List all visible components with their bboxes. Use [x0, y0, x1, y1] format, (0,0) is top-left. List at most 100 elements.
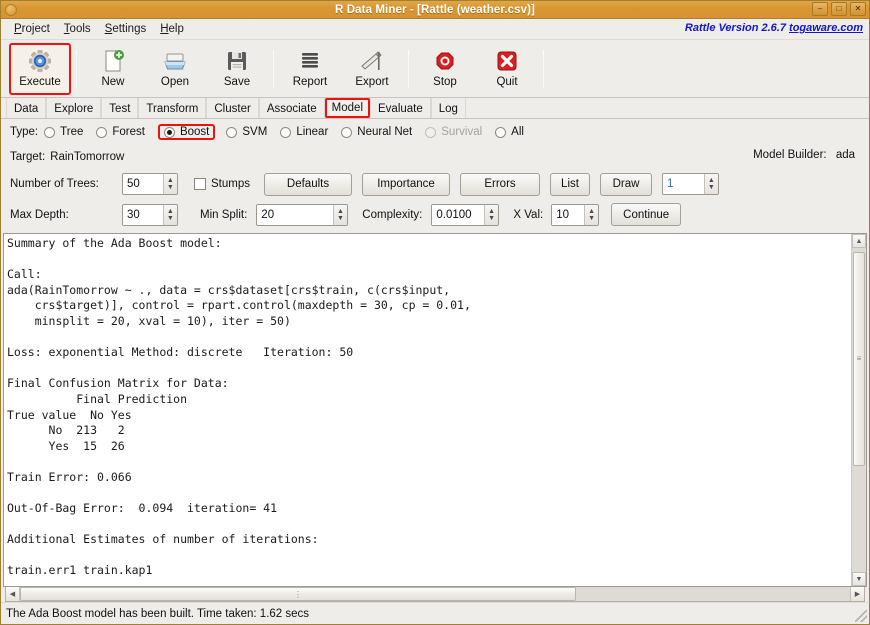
xval-spinner[interactable]: ▲▼	[551, 203, 600, 226]
menu-settings[interactable]: Settings	[98, 21, 154, 37]
radio-tree[interactable]: Tree	[44, 126, 83, 138]
tab-transform[interactable]: Transform	[138, 98, 207, 118]
window-title: R Data Miner - [Rattle (weather.csv)]	[335, 3, 535, 16]
tab-model[interactable]: Model	[324, 98, 370, 118]
complexity-spinner[interactable]: ▲▼	[431, 203, 500, 226]
application-window: R Data Miner - [Rattle (weather.csv)] – …	[0, 0, 870, 625]
radio-neural-net[interactable]: Neural Net	[341, 126, 412, 138]
xval-arrows[interactable]: ▲ ▼	[583, 204, 599, 225]
vertical-scrollbar[interactable]: ▲ ≡ ▼	[851, 234, 866, 586]
radio-tree-label: Tree	[60, 126, 84, 138]
toolbar-separator-1	[76, 49, 77, 88]
num-trees-arrows[interactable]: ▲ ▼	[162, 174, 177, 194]
menu-bar: Project Tools Settings Help Rattle Versi…	[1, 19, 869, 40]
draw-index-spinner[interactable]: ▲▼	[662, 173, 719, 195]
list-button[interactable]: List	[550, 172, 590, 196]
draw-button[interactable]: Draw	[600, 172, 652, 196]
max-depth-spinner[interactable]: ▲▼	[122, 203, 178, 226]
minimize-icon[interactable]: –	[812, 2, 828, 16]
draw-index-input	[663, 174, 704, 194]
open-label: Open	[160, 76, 190, 88]
toolbar-separator-3	[408, 49, 409, 88]
radio-forest-icon	[96, 126, 108, 138]
output-text: Summary of the Ada Boost model: Call: ad…	[7, 236, 471, 578]
horizontal-scroll-track[interactable]: ⋮	[20, 587, 850, 601]
tab-explore[interactable]: Explore	[46, 98, 102, 118]
execute-button[interactable]: Execute	[9, 42, 71, 95]
output-textview[interactable]: Summary of the Ada Boost model: Call: ad…	[4, 234, 851, 586]
continue-button[interactable]: Continue	[611, 203, 682, 226]
tab-test[interactable]: Test	[101, 98, 139, 118]
stumps-checkbox[interactable]: Stumps	[194, 178, 250, 190]
model-builder-value: ada	[835, 149, 855, 161]
controls-row-2: Max Depth: ▲▼ Min Split: ▲▼ Complexity: …	[1, 199, 869, 230]
scroll-up-icon[interactable]: ▲	[852, 234, 866, 248]
errors-button[interactable]: Errors	[460, 172, 540, 196]
model-type-label: Type:	[10, 126, 39, 138]
scroll-left-icon[interactable]: ◀	[6, 587, 20, 601]
horizontal-scrollbar[interactable]: ◀ ⋮ ▶	[5, 587, 865, 602]
maximize-icon[interactable]: □	[831, 2, 847, 16]
open-button[interactable]: Open	[144, 43, 206, 95]
export-icon	[359, 49, 385, 73]
radio-forest[interactable]: Forest	[96, 126, 145, 138]
scroll-right-icon[interactable]: ▶	[850, 587, 864, 601]
radio-all[interactable]: All	[495, 126, 524, 138]
draw-index-arrows[interactable]: ▲ ▼	[703, 174, 718, 194]
menu-tools-label: ools	[69, 23, 91, 35]
num-trees-input	[123, 174, 163, 194]
complexity-arrows[interactable]: ▲ ▼	[483, 204, 499, 225]
quit-label: Quit	[496, 76, 518, 88]
stop-button[interactable]: Stop	[414, 43, 476, 95]
horizontal-scroll-thumb[interactable]: ⋮	[20, 587, 577, 601]
vertical-scroll-track[interactable]: ≡	[852, 248, 866, 572]
close-icon[interactable]: ✕	[850, 2, 866, 16]
tab-log[interactable]: Log	[430, 98, 466, 118]
radio-svm[interactable]: SVM	[226, 126, 267, 138]
model-builder-info: Model Builder: ada	[753, 149, 855, 161]
resize-grip-icon[interactable]	[855, 610, 867, 622]
min-split-spinner[interactable]: ▲▼	[256, 203, 349, 226]
min-split-arrows[interactable]: ▲ ▼	[332, 204, 348, 225]
importance-button[interactable]: Importance	[362, 172, 450, 196]
menu-project-label: roject	[21, 23, 50, 35]
tab-associate[interactable]: Associate	[258, 98, 325, 118]
tab-data[interactable]: Data	[6, 98, 47, 118]
radio-boost[interactable]: Boost	[157, 124, 216, 140]
new-label: New	[101, 76, 125, 88]
toolbar-separator-4	[543, 49, 544, 88]
save-label: Save	[223, 76, 251, 88]
model-type-row: Type: Tree Forest Boost SVM Linear Neura…	[1, 119, 869, 145]
target-label: Target:	[10, 151, 46, 163]
target-row: Target: RainTomorrow Model Builder: ada	[1, 145, 869, 169]
xval-input	[552, 204, 584, 225]
num-trees-spinner[interactable]: ▲▼	[122, 173, 178, 195]
tab-cluster[interactable]: Cluster	[206, 98, 259, 118]
app-icon	[5, 3, 17, 16]
stop-sign-icon	[432, 49, 458, 73]
new-button[interactable]: New	[82, 43, 144, 95]
radio-forest-label: Forest	[112, 126, 145, 138]
radio-linear[interactable]: Linear	[280, 126, 328, 138]
max-depth-arrows[interactable]: ▲ ▼	[162, 204, 177, 225]
menu-tools[interactable]: Tools	[57, 21, 98, 37]
report-lines-icon	[297, 49, 323, 73]
tab-evaluate[interactable]: Evaluate	[370, 98, 431, 118]
defaults-button[interactable]: Defaults	[264, 172, 352, 196]
radio-boost-icon	[163, 126, 175, 138]
scroll-down-icon[interactable]: ▼	[852, 572, 866, 586]
quit-button[interactable]: Quit	[476, 43, 538, 95]
window-controls: – □ ✕	[812, 2, 866, 16]
togaware-link[interactable]: togaware.com	[789, 22, 863, 34]
menu-project[interactable]: Project	[7, 21, 57, 37]
vertical-scroll-thumb[interactable]: ≡	[853, 252, 865, 466]
report-button[interactable]: Report	[279, 43, 341, 95]
menu-help[interactable]: Help	[153, 21, 191, 37]
output-area: Summary of the Ada Boost model: Call: ad…	[3, 233, 867, 602]
export-button[interactable]: Export	[341, 43, 403, 95]
quit-x-icon	[494, 49, 520, 73]
radio-svm-label: SVM	[242, 126, 268, 138]
status-bar: The Ada Boost model has been built. Time…	[1, 602, 869, 624]
gear-icon	[27, 49, 53, 73]
save-button[interactable]: Save	[206, 43, 268, 95]
